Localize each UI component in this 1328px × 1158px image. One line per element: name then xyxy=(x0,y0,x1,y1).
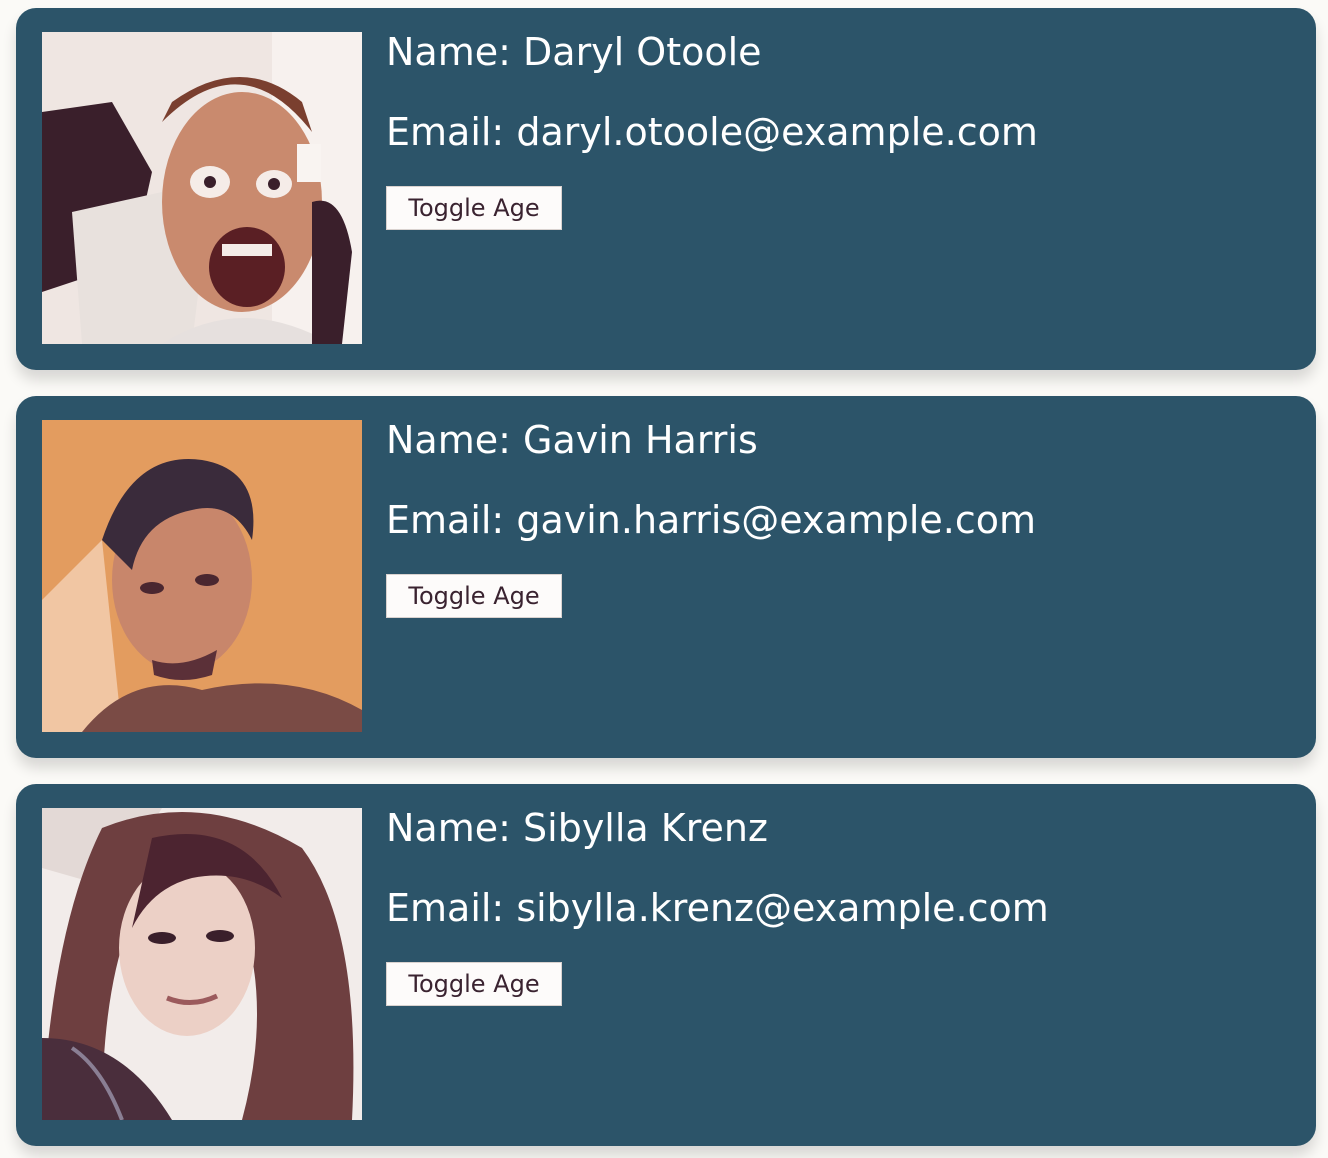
user-info: Name: Sibylla Krenz Email: sibylla.krenz… xyxy=(386,806,1286,1006)
user-name-line: Name: Gavin Harris xyxy=(386,418,1286,462)
user-email-line: Email: daryl.otoole@example.com xyxy=(386,109,1286,154)
name-label: Name: xyxy=(386,418,511,462)
user-name: Daryl Otoole xyxy=(523,30,762,74)
user-email: sibylla.krenz@example.com xyxy=(516,885,1049,930)
toggle-age-button[interactable]: Toggle Age xyxy=(386,961,562,1006)
email-label: Email: xyxy=(386,109,505,154)
user-card: Name: Daryl Otoole Email: daryl.otoole@e… xyxy=(16,8,1316,370)
user-avatar xyxy=(42,808,362,1120)
user-name: Gavin Harris xyxy=(523,418,758,462)
user-email-line: Email: gavin.harris@example.com xyxy=(386,497,1286,542)
name-label: Name: xyxy=(386,806,511,850)
user-name: Sibylla Krenz xyxy=(523,806,768,850)
email-label: Email: xyxy=(386,885,505,930)
name-label: Name: xyxy=(386,30,511,74)
user-info: Name: Gavin Harris Email: gavin.harris@e… xyxy=(386,418,1286,618)
toggle-age-button[interactable]: Toggle Age xyxy=(386,185,562,230)
user-card-list: Name: Daryl Otoole Email: daryl.otoole@e… xyxy=(16,8,1316,1146)
avatar-photo-gavin xyxy=(42,420,362,732)
avatar-photo-sibylla xyxy=(42,808,362,1120)
user-name-line: Name: Sibylla Krenz xyxy=(386,806,1286,850)
page-heading-fragment xyxy=(20,0,26,8)
user-card: Name: Sibylla Krenz Email: sibylla.krenz… xyxy=(16,784,1316,1146)
user-avatar xyxy=(42,420,362,732)
user-email-line: Email: sibylla.krenz@example.com xyxy=(386,885,1286,930)
user-email: daryl.otoole@example.com xyxy=(516,109,1038,154)
avatar-photo-daryl xyxy=(42,32,362,344)
user-avatar xyxy=(42,32,362,344)
user-name-line: Name: Daryl Otoole xyxy=(386,30,1286,74)
email-label: Email: xyxy=(386,497,505,542)
toggle-age-button[interactable]: Toggle Age xyxy=(386,573,562,618)
user-email: gavin.harris@example.com xyxy=(516,497,1037,542)
user-info: Name: Daryl Otoole Email: daryl.otoole@e… xyxy=(386,30,1286,230)
user-card: Name: Gavin Harris Email: gavin.harris@e… xyxy=(16,396,1316,758)
